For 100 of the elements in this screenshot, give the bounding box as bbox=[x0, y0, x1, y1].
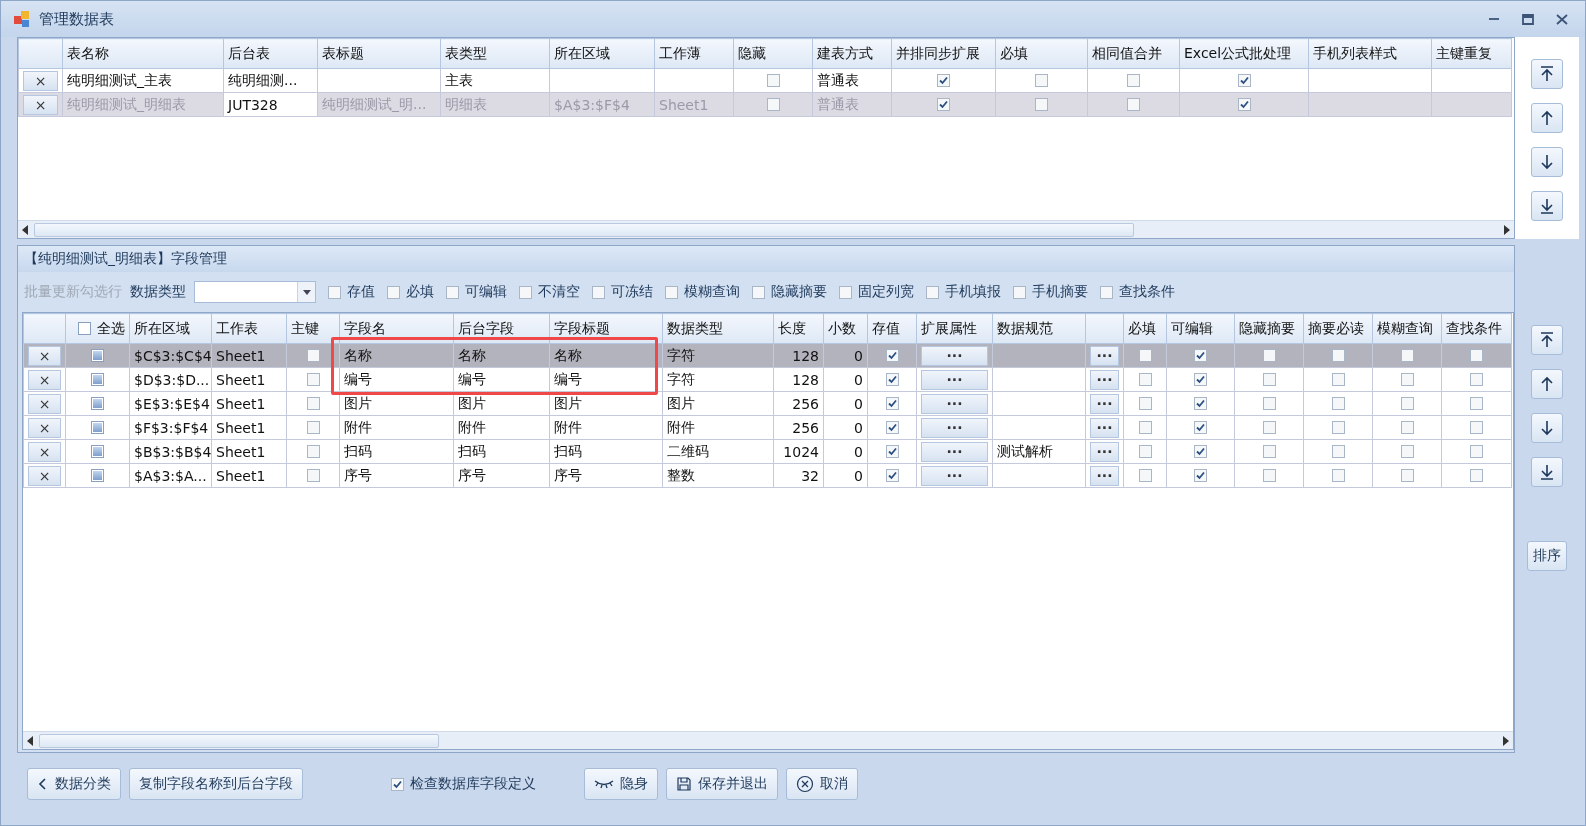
move-up-button[interactable] bbox=[1531, 103, 1563, 133]
dropdown-button[interactable] bbox=[297, 282, 315, 302]
footer-button[interactable]: 隐身 bbox=[584, 768, 658, 800]
row-select-checkbox[interactable] bbox=[91, 373, 104, 386]
checkbox[interactable] bbox=[1331, 349, 1345, 362]
checkbox[interactable] bbox=[1237, 74, 1251, 87]
checkbox[interactable] bbox=[387, 285, 400, 299]
column-header[interactable]: 建表方式 bbox=[812, 38, 892, 69]
checkbox[interactable] bbox=[1470, 421, 1483, 434]
column-header[interactable]: 后台表 bbox=[223, 38, 318, 69]
column-header[interactable]: 必填 bbox=[995, 38, 1088, 69]
checkbox[interactable] bbox=[1400, 421, 1414, 434]
checkbox[interactable] bbox=[766, 74, 780, 87]
footer-button[interactable]: 保存并退出 bbox=[666, 768, 778, 800]
checkbox[interactable] bbox=[1138, 349, 1152, 362]
checkbox[interactable] bbox=[1035, 74, 1048, 87]
column-header[interactable]: 必填 bbox=[1123, 313, 1167, 344]
checkbox[interactable] bbox=[1262, 469, 1276, 482]
move-first-button[interactable] bbox=[1531, 325, 1563, 355]
checkbox[interactable] bbox=[885, 469, 899, 482]
move-down-button[interactable] bbox=[1531, 413, 1563, 443]
column-header[interactable]: 摘要必读 bbox=[1303, 313, 1373, 344]
column-header[interactable]: 小数 bbox=[823, 313, 868, 344]
delete-row-button[interactable]: × bbox=[23, 70, 58, 91]
delete-row-button[interactable]: × bbox=[28, 345, 61, 366]
checkbox[interactable] bbox=[1400, 445, 1414, 458]
checkbox[interactable] bbox=[1400, 469, 1414, 482]
checkbox[interactable] bbox=[1138, 373, 1152, 386]
checkbox[interactable] bbox=[519, 285, 532, 299]
footer-button[interactable]: 数据分类 bbox=[27, 768, 121, 800]
column-header[interactable]: 隐藏 bbox=[733, 38, 813, 69]
horizontal-scrollbar[interactable] bbox=[23, 731, 1513, 749]
column-header[interactable]: 表标题 bbox=[317, 38, 441, 69]
column-header[interactable]: 工作薄 bbox=[654, 38, 734, 69]
checkbox[interactable] bbox=[1013, 285, 1026, 299]
checkbox[interactable] bbox=[1127, 74, 1140, 87]
ellipsis-button[interactable]: ··· bbox=[1090, 441, 1119, 462]
checkbox[interactable] bbox=[1262, 397, 1276, 410]
checkbox[interactable] bbox=[306, 349, 320, 362]
checkbox[interactable] bbox=[885, 421, 899, 434]
column-header[interactable]: 扩展属性 bbox=[916, 313, 993, 344]
move-last-button[interactable] bbox=[1531, 191, 1563, 221]
ellipsis-button[interactable]: ··· bbox=[1090, 393, 1119, 414]
checkbox[interactable] bbox=[1262, 445, 1276, 458]
checkbox[interactable] bbox=[1331, 397, 1345, 410]
checkbox[interactable] bbox=[766, 98, 780, 111]
ellipsis-button[interactable]: ··· bbox=[921, 465, 988, 486]
checkbox[interactable] bbox=[926, 285, 939, 299]
checkbox[interactable] bbox=[1138, 421, 1152, 434]
checkbox[interactable] bbox=[306, 373, 320, 386]
checkbox[interactable] bbox=[1331, 445, 1345, 458]
checkbox[interactable] bbox=[1400, 397, 1414, 410]
checkbox[interactable] bbox=[937, 98, 950, 111]
column-header[interactable]: 主键 bbox=[286, 313, 340, 344]
checkbox[interactable] bbox=[1194, 349, 1207, 362]
checkbox[interactable] bbox=[1138, 469, 1152, 482]
delete-row-button[interactable]: × bbox=[28, 369, 61, 390]
column-header[interactable]: Excel公式批处理 bbox=[1179, 38, 1309, 69]
column-header[interactable]: 表类型 bbox=[440, 38, 550, 69]
checkbox[interactable] bbox=[1194, 445, 1207, 458]
checkbox[interactable] bbox=[446, 285, 459, 299]
ellipsis-button[interactable]: ··· bbox=[921, 441, 988, 462]
checkbox[interactable] bbox=[665, 285, 678, 299]
column-header[interactable]: 数据类型 bbox=[662, 313, 774, 344]
checkbox[interactable] bbox=[1262, 349, 1276, 362]
move-last-button[interactable] bbox=[1531, 457, 1563, 487]
checkbox[interactable] bbox=[1237, 98, 1251, 111]
checkbox[interactable] bbox=[306, 445, 320, 458]
checkbox[interactable] bbox=[1138, 445, 1152, 458]
column-header[interactable]: 表名称 bbox=[62, 38, 224, 69]
move-up-button[interactable] bbox=[1531, 369, 1563, 399]
checkbox[interactable] bbox=[1331, 373, 1345, 386]
checkbox[interactable] bbox=[1400, 349, 1414, 362]
delete-row-button[interactable]: × bbox=[23, 94, 58, 115]
checkbox[interactable] bbox=[1331, 421, 1345, 434]
row-select-checkbox[interactable] bbox=[91, 421, 104, 434]
column-header[interactable]: 存值 bbox=[867, 313, 917, 344]
ellipsis-button[interactable]: ··· bbox=[921, 393, 988, 414]
ellipsis-button[interactable]: ··· bbox=[1090, 465, 1119, 486]
column-header[interactable]: 长度 bbox=[773, 313, 824, 344]
row-select-checkbox[interactable] bbox=[91, 349, 104, 362]
checkbox[interactable] bbox=[1400, 373, 1414, 386]
checkbox[interactable] bbox=[306, 421, 320, 434]
column-header[interactable]: 数据规范 bbox=[992, 313, 1086, 344]
column-header[interactable]: 全选 bbox=[65, 313, 130, 344]
move-first-button[interactable] bbox=[1531, 59, 1563, 89]
column-header[interactable]: 查找条件 bbox=[1441, 313, 1512, 344]
select-all-checkbox[interactable] bbox=[78, 322, 91, 335]
column-header[interactable]: 所在区域 bbox=[549, 38, 655, 69]
checkbox[interactable] bbox=[885, 349, 899, 362]
checkbox[interactable] bbox=[1194, 469, 1207, 482]
checkbox[interactable] bbox=[1194, 421, 1207, 434]
checkbox[interactable] bbox=[1194, 397, 1207, 410]
checkbox[interactable] bbox=[391, 777, 404, 791]
ellipsis-button[interactable]: ··· bbox=[921, 369, 988, 390]
sort-button[interactable]: 排序 bbox=[1527, 541, 1567, 571]
delete-row-button[interactable]: × bbox=[28, 441, 61, 462]
checkbox[interactable] bbox=[1331, 469, 1345, 482]
move-down-button[interactable] bbox=[1531, 147, 1563, 177]
column-header[interactable]: 隐藏摘要 bbox=[1234, 313, 1304, 344]
